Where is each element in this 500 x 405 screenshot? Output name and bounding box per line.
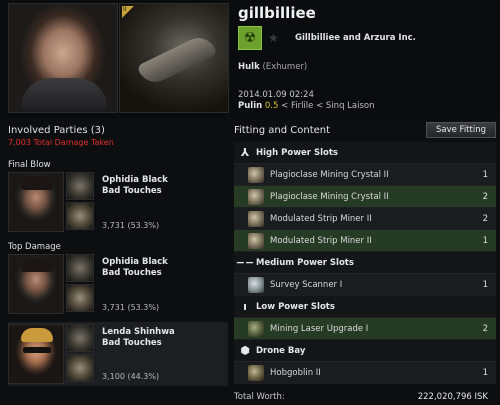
total-damage-taken: 7,003 Total Damage Taken [8,138,114,147]
module-name[interactable]: Hobgoblin II [270,368,472,378]
attacker-portrait[interactable] [8,172,64,232]
survey-scanner-icon [248,276,264,293]
mining-crystal-icon [248,166,264,183]
drone-bay-icon: ⬢ [240,344,250,357]
attacker-portrait[interactable] [8,254,64,314]
slot-header-label: High Power Slots [256,147,338,158]
victim-ship-class: (Exhumer) [262,62,308,72]
medium-slots-header: −− Medium Power Slots [234,252,496,274]
total-worth-row: Total Worth: 222,020,796 ISK [234,392,496,405]
module-row[interactable]: Modulated Strip Miner II 2 [234,208,496,230]
high-slot-icon: ⅄ [240,146,250,159]
attacker-name[interactable]: Lenda Shinhwa [102,327,175,337]
fitting-list: ⅄ High Power Slots Plagioclase Mining Cr… [234,142,496,384]
portrait-sunglasses [23,347,51,353]
victim-ship-name[interactable]: Hulk [238,62,260,72]
module-quantity: 1 [482,169,488,180]
attacker-corporation[interactable]: Bad Touches [102,186,162,196]
module-quantity: 2 [482,191,488,202]
module-row[interactable]: Plagioclase Mining Crystal II 1 [234,164,496,186]
slot-header-label: Medium Power Slots [256,257,354,268]
attacker-name[interactable]: Ophidia Black [102,257,168,267]
module-quantity: 2 [482,323,488,334]
attacker-name[interactable]: Ophidia Black [102,175,168,185]
attacker-ship-icon[interactable] [66,172,94,200]
attacker-top-damage[interactable]: Ophidia Black Bad Touches 3,731 (53.3%) [8,254,228,319]
tech-2-badge-icon: II [122,6,134,18]
system-name[interactable]: Pulin [238,101,262,111]
drone-icon [248,364,264,381]
module-name[interactable]: Plagioclase Mining Crystal II [270,192,472,202]
attacker-weapon-icon[interactable] [66,284,94,312]
corporation-logo-icon[interactable]: ☢ [238,26,262,50]
portrait-hair [21,258,53,272]
save-fitting-button[interactable]: Save Fitting [426,122,496,138]
slot-header-label: Drone Bay [256,345,306,356]
victim-portrait-torso [21,78,107,112]
medium-slot-icon: −− [235,256,255,269]
victim-ship-line: Hulk (Exhumer) [238,62,307,72]
region-name[interactable]: Sinq Laison [326,101,375,111]
victim-corporation[interactable]: Gillbilliee and Arzura Inc. [295,33,416,43]
module-name[interactable]: Plagioclase Mining Crystal II [270,170,472,180]
slot-header-label: Low Power Slots [256,301,335,312]
attacker-damage: 3,731 (53.3%) [102,303,160,312]
attacker-damage: 3,100 (44.3%) [102,372,160,381]
module-row-dropped[interactable]: Mining Laser Upgrade I 2 [234,318,496,340]
module-row[interactable]: Hobgoblin II 1 [234,362,496,384]
victim-header: II gillbilliee ☢ ★ Gillbilliee and Arzur… [0,0,500,118]
constellation-name[interactable]: Firlile [291,101,313,111]
attacker-corporation[interactable]: Bad Touches [102,338,162,348]
module-name[interactable]: Modulated Strip Miner II [270,214,472,224]
module-name[interactable]: Survey Scanner I [270,280,472,290]
final-blow-label: Final Blow [8,160,51,170]
high-slots-header: ⅄ High Power Slots [234,142,496,164]
module-quantity: 1 [482,367,488,378]
module-row[interactable]: Survey Scanner I 1 [234,274,496,296]
kill-datetime: 2014.01.09 02:24 [238,90,314,100]
attacker-corporation[interactable]: Bad Touches [102,268,162,278]
module-name[interactable]: Mining Laser Upgrade I [270,324,472,334]
victim-ship-image[interactable]: II [119,3,229,113]
strip-miner-icon [248,232,264,249]
portrait-hair [21,176,53,190]
module-name[interactable]: Modulated Strip Miner II [270,236,472,246]
module-row-dropped[interactable]: Modulated Strip Miner II 1 [234,230,496,252]
attacker-portrait[interactable] [8,324,64,384]
attacker-damage: 3,731 (53.3%) [102,221,160,230]
module-quantity: 1 [482,279,488,290]
victim-name[interactable]: gillbilliee [238,4,316,22]
module-quantity: 2 [482,213,488,224]
security-status: 0.5 [264,101,279,111]
attacker-ship-icon[interactable] [66,254,94,282]
mining-crystal-icon [248,188,264,205]
location-separator: < [281,101,289,111]
attacker-other[interactable]: Lenda Shinhwa Bad Touches 3,100 (44.3%) [8,322,228,386]
top-damage-label: Top Damage [8,242,61,252]
mining-upgrade-icon [248,320,264,337]
low-slots-header: ı Low Power Slots [234,296,496,318]
total-worth-label: Total Worth: [234,392,285,402]
alliance-placeholder-icon: ★ [268,31,279,45]
location-separator: < [316,101,324,111]
kill-location: Pulin 0.5 < Firlile < Sinq Laison [238,101,375,111]
involved-parties-title: Involved Parties (3) [8,125,105,136]
attacker-final-blow[interactable]: Ophidia Black Bad Touches 3,731 (53.3%) [8,172,228,237]
total-worth-value: 222,020,796 ISK [417,392,488,402]
ship-hull-shape [136,32,218,88]
attacker-weapon-icon[interactable] [66,354,94,382]
low-slot-icon: ı [243,300,247,313]
victim-portrait[interactable] [8,3,118,113]
attacker-weapon-icon[interactable] [66,202,94,230]
module-row-dropped[interactable]: Plagioclase Mining Crystal II 2 [234,186,496,208]
drone-bay-header: ⬢ Drone Bay [234,340,496,362]
portrait-hair [21,328,53,342]
module-quantity: 1 [482,235,488,246]
strip-miner-icon [248,210,264,227]
attacker-ship-icon[interactable] [66,324,94,352]
fitting-title: Fitting and Content [234,125,331,136]
